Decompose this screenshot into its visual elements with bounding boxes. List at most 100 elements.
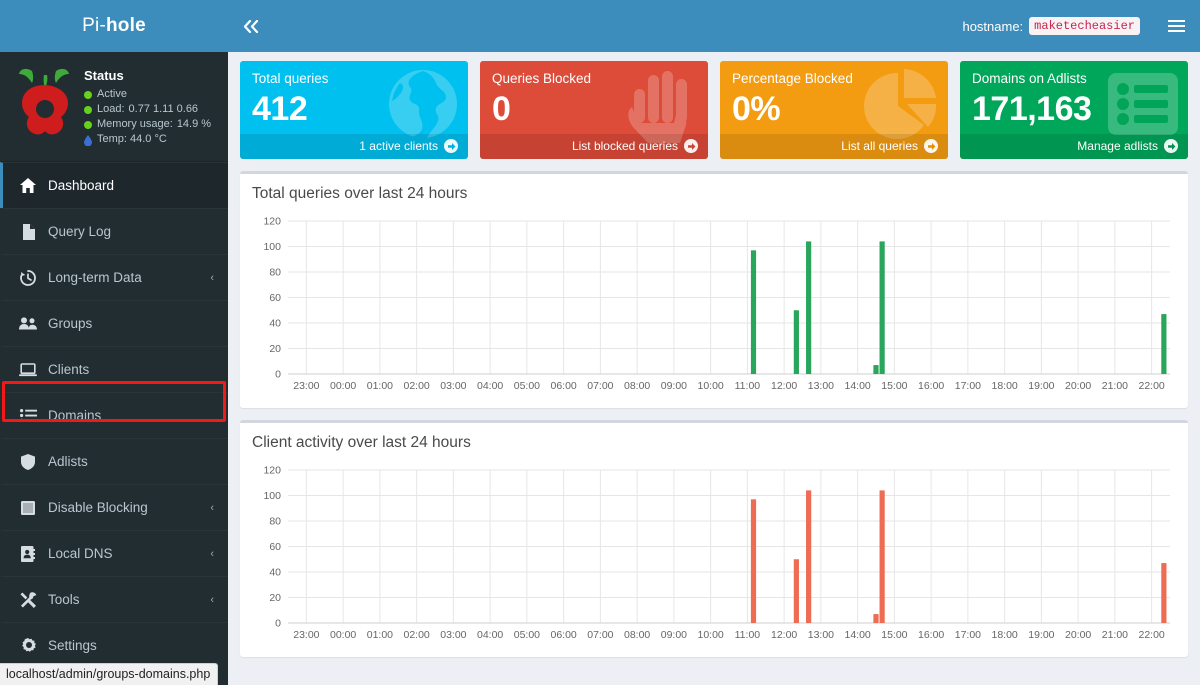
sidebar-item-disable-blocking[interactable]: Disable Blocking ‹ xyxy=(0,484,228,530)
sidebar-item-query-log[interactable]: Query Log xyxy=(0,208,228,254)
stat-footer-link[interactable]: Manage adlists xyxy=(960,134,1188,159)
panel-title: Client activity over last 24 hours xyxy=(240,423,1188,462)
x-axis-tick-label: 19:00 xyxy=(1028,629,1054,641)
stat-footer-link[interactable]: List blocked queries xyxy=(480,134,708,159)
x-axis-tick-label: 03:00 xyxy=(440,629,466,641)
sidebar-item-adlists[interactable]: Adlists xyxy=(0,438,228,484)
hamburger-menu-icon[interactable] xyxy=(1152,0,1200,52)
stat-box-body: Total queries 412 xyxy=(240,61,468,134)
x-axis-tick-label: 05:00 xyxy=(514,629,540,641)
sidebar-label: Dashboard xyxy=(48,178,214,193)
stat-box-domains-on-adlists[interactable]: Domains on Adlists 171,163 Manage adlist… xyxy=(960,61,1188,159)
y-axis-tick-label: 80 xyxy=(269,516,281,528)
x-axis-tick-label: 17:00 xyxy=(955,629,981,641)
x-axis-tick-label: 02:00 xyxy=(403,629,429,641)
stat-title: Percentage Blocked xyxy=(732,70,936,87)
x-axis-tick-label: 11:00 xyxy=(735,629,761,641)
sidebar-label: Long-term Data xyxy=(48,270,210,285)
brand-text-light: Pi- xyxy=(82,15,106,37)
green-dot-icon xyxy=(84,106,92,114)
sidebar-item-local-dns[interactable]: Local DNS ‹ xyxy=(0,530,228,576)
sidebar-item-settings[interactable]: Settings xyxy=(0,622,228,668)
status-memory-value: 14.9 % xyxy=(177,117,211,132)
sidebar-item-domains[interactable]: Domains xyxy=(0,392,228,438)
sidebar-label: Settings xyxy=(48,638,214,653)
green-dot-icon xyxy=(84,91,92,99)
x-axis-tick-label: 09:00 xyxy=(661,380,687,392)
status-line-active: Active xyxy=(84,87,211,102)
stop-square-icon xyxy=(17,501,39,515)
x-axis-tick-label: 11:00 xyxy=(735,380,761,392)
sidebar: Pi-hole Status Active xyxy=(0,0,228,685)
panel-title: Total queries over last 24 hours xyxy=(240,174,1188,213)
chart-bar[interactable] xyxy=(751,250,756,374)
status-load-label: Load: xyxy=(97,102,125,117)
chart-client-activity[interactable]: 02040608010012023:0000:0001:0002:0003:00… xyxy=(252,462,1176,647)
water-drop-icon xyxy=(84,135,92,145)
address-book-icon xyxy=(17,546,39,562)
sidebar-item-long-term-data[interactable]: Long-term Data ‹ xyxy=(0,254,228,300)
stat-footer-label: List all queries xyxy=(841,139,918,153)
chart-bar[interactable] xyxy=(751,499,756,623)
x-axis-tick-label: 17:00 xyxy=(955,380,981,392)
brand-logo[interactable]: Pi-hole xyxy=(0,0,228,52)
stat-value: 0% xyxy=(732,88,936,130)
chart-bar[interactable] xyxy=(794,310,799,374)
sidebar-nav: Dashboard Query Log Long-term Data ‹ Gro… xyxy=(0,162,228,668)
x-axis-tick-label: 05:00 xyxy=(514,380,540,392)
stat-box-percentage-blocked[interactable]: Percentage Blocked 0% List all queries xyxy=(720,61,948,159)
status-memory-label: Memory usage: xyxy=(97,117,173,132)
chart-bar[interactable] xyxy=(880,490,885,623)
x-axis-tick-label: 00:00 xyxy=(330,629,356,641)
x-axis-tick-label: 04:00 xyxy=(477,380,503,392)
x-axis-tick-label: 13:00 xyxy=(808,380,834,392)
sidebar-item-groups[interactable]: Groups xyxy=(0,300,228,346)
x-axis-tick-label: 22:00 xyxy=(1138,380,1164,392)
chart-bar[interactable] xyxy=(880,241,885,374)
x-axis-tick-label: 01:00 xyxy=(367,380,393,392)
stat-footer-link[interactable]: List all queries xyxy=(720,134,948,159)
stat-title: Domains on Adlists xyxy=(972,70,1176,87)
sidebar-collapse-button[interactable] xyxy=(228,0,274,52)
laptop-icon xyxy=(17,363,39,377)
x-axis-tick-label: 07:00 xyxy=(587,629,613,641)
y-axis-tick-label: 60 xyxy=(269,541,281,553)
stat-footer-label: 1 active clients xyxy=(359,139,438,153)
stat-footer-link[interactable]: 1 active clients xyxy=(240,134,468,159)
chart-bar[interactable] xyxy=(806,241,811,374)
chart-bar[interactable] xyxy=(1161,563,1166,623)
stat-title: Queries Blocked xyxy=(492,70,696,87)
x-axis-tick-label: 16:00 xyxy=(918,629,944,641)
y-axis-tick-label: 0 xyxy=(275,369,281,381)
stat-value: 0 xyxy=(492,88,696,130)
users-icon xyxy=(17,317,39,330)
chart-total-queries[interactable]: 02040608010012023:0000:0001:0002:0003:00… xyxy=(252,213,1176,398)
chart-bar[interactable] xyxy=(794,559,799,623)
x-axis-tick-label: 20:00 xyxy=(1065,629,1091,641)
stat-value: 171,163 xyxy=(972,88,1176,130)
chart-bar[interactable] xyxy=(873,614,878,623)
status-line-memory: Memory usage: 14.9 % xyxy=(84,117,211,132)
x-axis-tick-label: 01:00 xyxy=(367,629,393,641)
history-icon xyxy=(17,270,39,286)
y-axis-tick-label: 0 xyxy=(275,618,281,630)
sidebar-item-tools[interactable]: Tools ‹ xyxy=(0,576,228,622)
x-axis-tick-label: 08:00 xyxy=(624,380,650,392)
stat-footer-label: Manage adlists xyxy=(1077,139,1158,153)
x-axis-tick-label: 06:00 xyxy=(550,629,576,641)
sidebar-item-dashboard[interactable]: Dashboard xyxy=(0,162,228,208)
sidebar-item-clients[interactable]: Clients xyxy=(0,346,228,392)
chart-bar[interactable] xyxy=(873,365,878,374)
chart-bar[interactable] xyxy=(1161,314,1166,374)
header-right-group: hostname: maketecheasier xyxy=(962,0,1200,52)
x-axis-tick-label: 14:00 xyxy=(844,629,870,641)
stat-box-body: Queries Blocked 0 xyxy=(480,61,708,134)
x-axis-tick-label: 12:00 xyxy=(771,629,797,641)
x-axis-tick-label: 06:00 xyxy=(550,380,576,392)
chart-bar[interactable] xyxy=(806,490,811,623)
status-load-value: 0.77 1.11 0.66 xyxy=(129,102,199,117)
stat-box-queries-blocked[interactable]: Queries Blocked 0 List blocked queries xyxy=(480,61,708,159)
x-axis-tick-label: 04:00 xyxy=(477,629,503,641)
stat-box-total-queries[interactable]: Total queries 412 1 active clients xyxy=(240,61,468,159)
x-axis-tick-label: 14:00 xyxy=(844,380,870,392)
